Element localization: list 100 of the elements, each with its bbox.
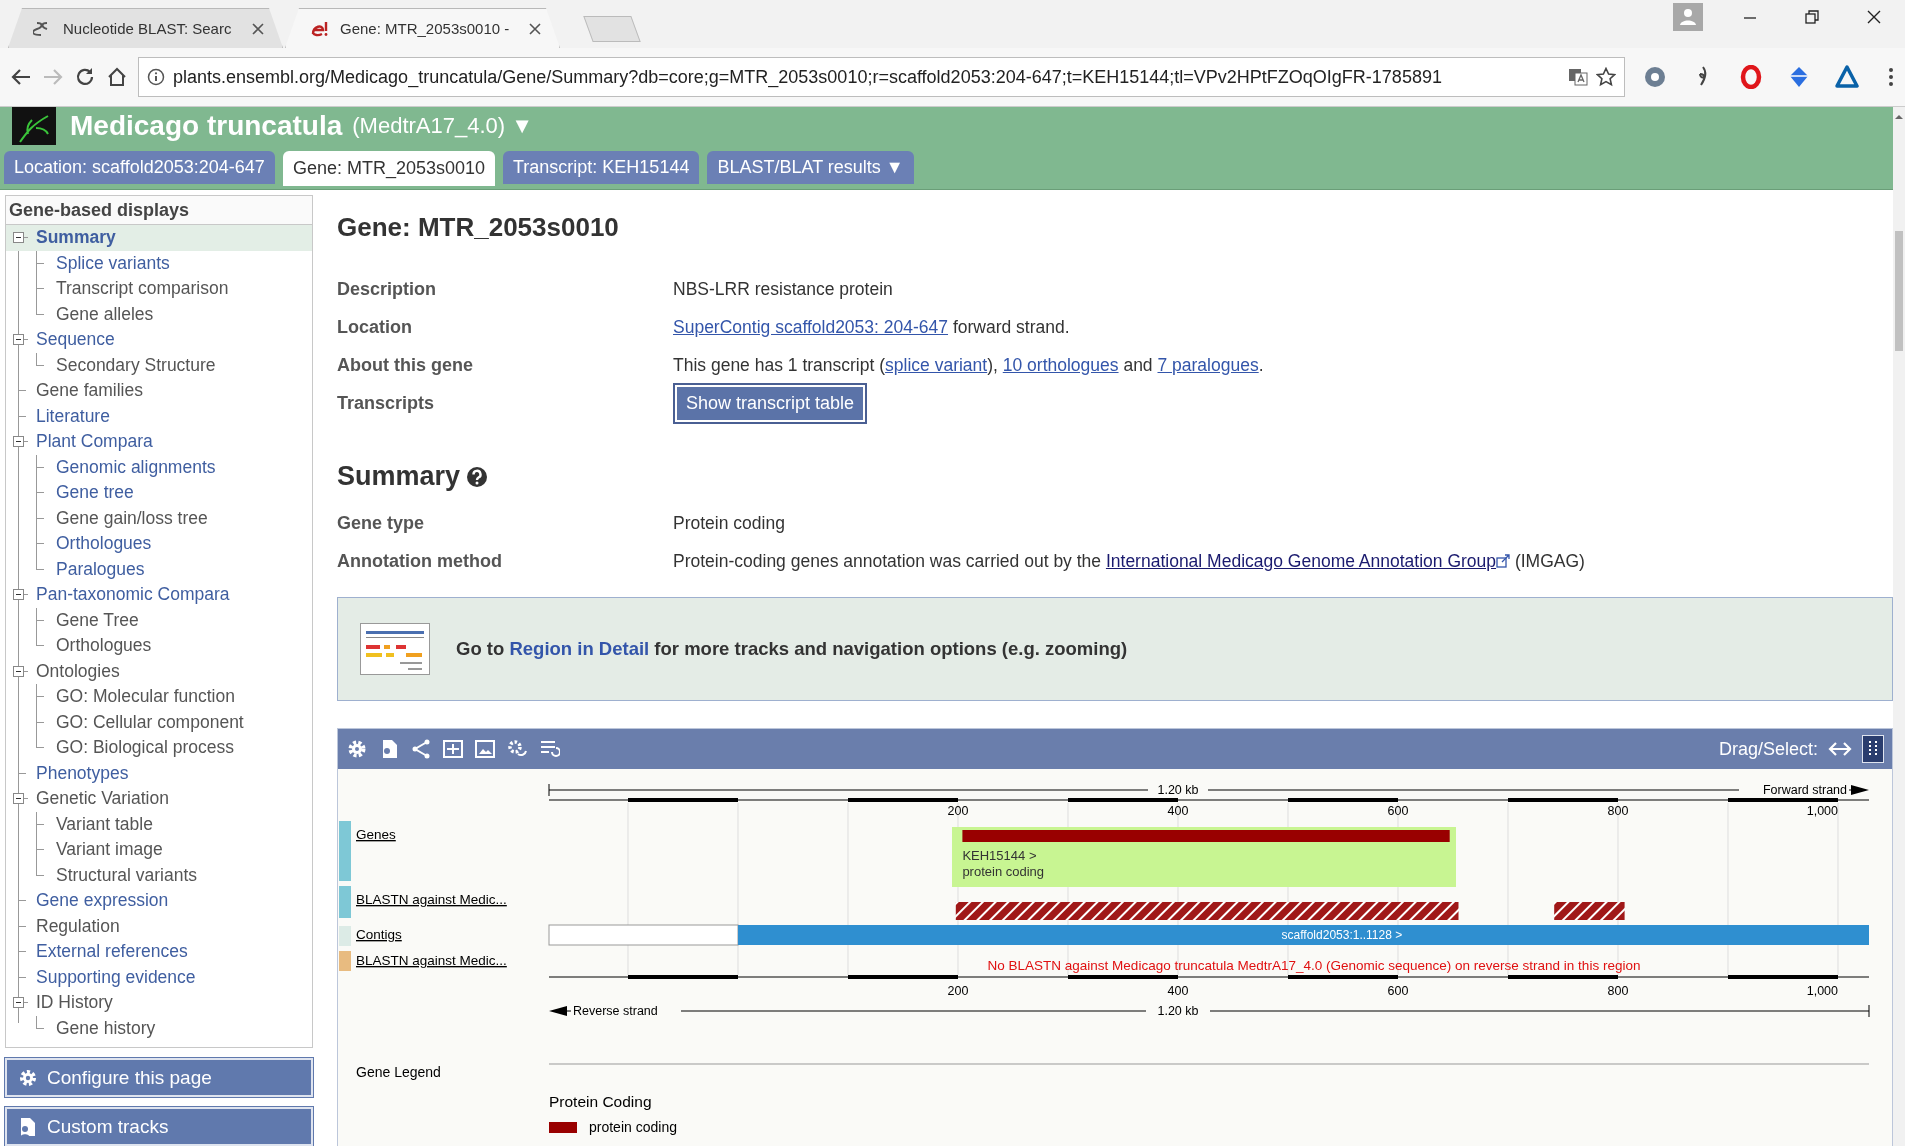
share-icon[interactable] [410, 738, 432, 760]
nav-item[interactable]: Regulation [33, 915, 120, 937]
collapse-icon[interactable] [13, 232, 24, 244]
browser-tab[interactable]: Gene: MTR_2053s0010 - [285, 8, 560, 48]
address-bar[interactable]: plants.ensembl.org/Medicago_truncatula/Gene/Summary?db=core;g=MTR_2053s0010;r=scaffold2053:204-647;t=KEH15144;tl=VPv2HPtFZOqOIgFR-1785891 [138, 57, 1625, 97]
nav-item[interactable]: GO: Biological process [53, 737, 234, 759]
link[interactable]: SuperContig scaffold2053: 204-647 [673, 317, 949, 337]
leaf-logo-icon [12, 107, 56, 145]
scroll-up-icon[interactable] [1895, 113, 1903, 121]
double-arrow-icon[interactable] [1828, 741, 1852, 757]
list-icon[interactable] [538, 738, 560, 760]
nav-item[interactable]: Phenotypes [33, 762, 129, 784]
link[interactable]: International Medicago Genome Annotation Group [1105, 551, 1497, 571]
settings-icon[interactable] [346, 738, 368, 760]
nav-item[interactable]: Gene Tree [53, 609, 139, 631]
nav-item[interactable]: Transcript comparison [53, 278, 229, 300]
gene-name: KEH15144 > [962, 848, 1037, 863]
field-value: Go to Region in Detail for more tracks and navigation options (e.g. zooming) [456, 637, 1128, 661]
collapse-icon[interactable] [13, 436, 24, 448]
nav-item[interactable]: External references [33, 941, 188, 963]
nav-item[interactable]: Structural variants [53, 864, 198, 886]
nav-item[interactable]: Plant Compara [33, 431, 153, 453]
link[interactable]: 10 orthologues [1002, 355, 1119, 375]
tick-label: 400 [1167, 804, 1189, 818]
sidebar-button[interactable]: Configure this page [5, 1058, 313, 1097]
page-tab[interactable]: Gene: MTR_2053s0010 [282, 151, 495, 186]
translate-icon[interactable] [1568, 67, 1588, 87]
nav-item[interactable]: Pan-taxonomic Compara [33, 584, 230, 606]
nav-item[interactable]: Variant table [53, 813, 153, 835]
reload-icon[interactable] [74, 66, 96, 88]
menu-icon[interactable] [1887, 66, 1895, 88]
show-table-button[interactable]: Show transcript table [675, 385, 866, 422]
nav-item[interactable]: Literature [33, 405, 110, 427]
resize-icon[interactable] [442, 738, 464, 760]
home-icon[interactable] [106, 66, 128, 88]
nav-item[interactable]: Orthologues [53, 635, 152, 657]
nav-item[interactable]: Gene alleles [53, 303, 154, 325]
field-value: NBS-LRR resistance protein [673, 278, 893, 301]
collapse-icon[interactable] [13, 589, 24, 601]
nav-item[interactable]: Splice variants [53, 252, 170, 274]
gene-feature[interactable] [952, 827, 1456, 887]
tick-label: 400 [1167, 984, 1189, 998]
field-label: Transcripts [337, 392, 436, 415]
restore-icon[interactable] [1804, 9, 1820, 25]
close-icon[interactable] [529, 22, 541, 35]
page-tab[interactable]: Location: scaffold2053:204-647 [4, 151, 275, 184]
star-icon[interactable] [1596, 67, 1616, 87]
tick-label: 200 [947, 804, 969, 818]
track-label[interactable]: Contigs [356, 927, 402, 942]
nav-item[interactable]: Gene expression [33, 890, 169, 912]
nav-item[interactable]: Gene families [33, 380, 143, 402]
collapse-icon[interactable] [13, 793, 24, 805]
nav-item[interactable]: GO: Molecular function [53, 686, 235, 708]
nav-item[interactable]: Gene history [53, 1017, 156, 1039]
ring-icon[interactable] [1739, 65, 1763, 89]
field-label: Gene type [337, 512, 426, 535]
nav-item[interactable]: Genomic alignments [53, 456, 216, 478]
browser-tab[interactable]: Nucleotide BLAST: Searc [8, 8, 283, 48]
field-value: SuperContig scaffold2053: 204-647 forward strand. [673, 316, 1070, 339]
nav-item[interactable]: Sequence [33, 329, 115, 351]
collapse-icon[interactable] [13, 665, 24, 677]
nav-item[interactable]: Paralogues [53, 558, 145, 580]
nav-item[interactable]: Genetic Variation [33, 788, 169, 810]
link[interactable]: 7 paralogues [1157, 355, 1259, 375]
page-tab[interactable]: Transcript: KEH15144 [503, 151, 700, 184]
region-thumbnail-icon [360, 623, 430, 675]
legend-heading: Protein Coding [549, 1093, 652, 1110]
image-icon[interactable] [474, 738, 496, 760]
nav-item[interactable]: ID History [33, 992, 113, 1014]
external-link-icon[interactable] [1496, 554, 1511, 568]
dotted-box-icon [1868, 740, 1878, 758]
nav-item[interactable]: Supporting evidence [33, 966, 196, 988]
close-icon[interactable] [1866, 9, 1882, 25]
scrollbar-thumb[interactable] [1895, 231, 1903, 351]
nav-item[interactable]: Variant image [53, 839, 163, 861]
collapse-icon[interactable] [13, 334, 24, 346]
field-label: Annotation method [337, 550, 503, 573]
field-label: About this gene [337, 354, 474, 377]
nav-item[interactable]: Secondary Structure [53, 354, 216, 376]
diamond-icon[interactable] [1787, 65, 1811, 89]
track-label[interactable]: BLASTN against Medic... [356, 953, 507, 968]
page-tab[interactable]: BLAST/BLAT results ▼ [707, 151, 914, 184]
collapse-icon[interactable] [13, 997, 24, 1009]
link[interactable]: Region in Detail [509, 638, 650, 659]
field-value: This gene has 1 transcript (splice variant), 10 orthologues and 7 paralogues. [673, 354, 1264, 377]
link[interactable]: splice variant [885, 355, 988, 375]
triangle-icon[interactable] [1835, 65, 1859, 89]
select-mode-button[interactable] [1862, 735, 1884, 763]
gene-title: Gene: MTR_2053s0010 [337, 212, 620, 243]
sidebar-heading: Gene-based displays [6, 195, 312, 225]
nav-item[interactable]: Gene tree [53, 482, 134, 504]
nav-item[interactable]: Orthologues [53, 533, 152, 555]
track-label[interactable]: BLASTN against Medic... [356, 892, 507, 907]
sidebar-button[interactable]: Custom tracks [5, 1107, 313, 1146]
nav-item[interactable]: Gene gain/loss tree [53, 507, 208, 529]
nav-item[interactable]: Ontologies [33, 660, 120, 682]
track-label[interactable]: Genes [356, 827, 396, 842]
nav-item[interactable]: GO: Cellular component [53, 711, 244, 733]
tick-label: 1,000 [1806, 804, 1838, 818]
help-icon[interactable] [466, 465, 489, 488]
